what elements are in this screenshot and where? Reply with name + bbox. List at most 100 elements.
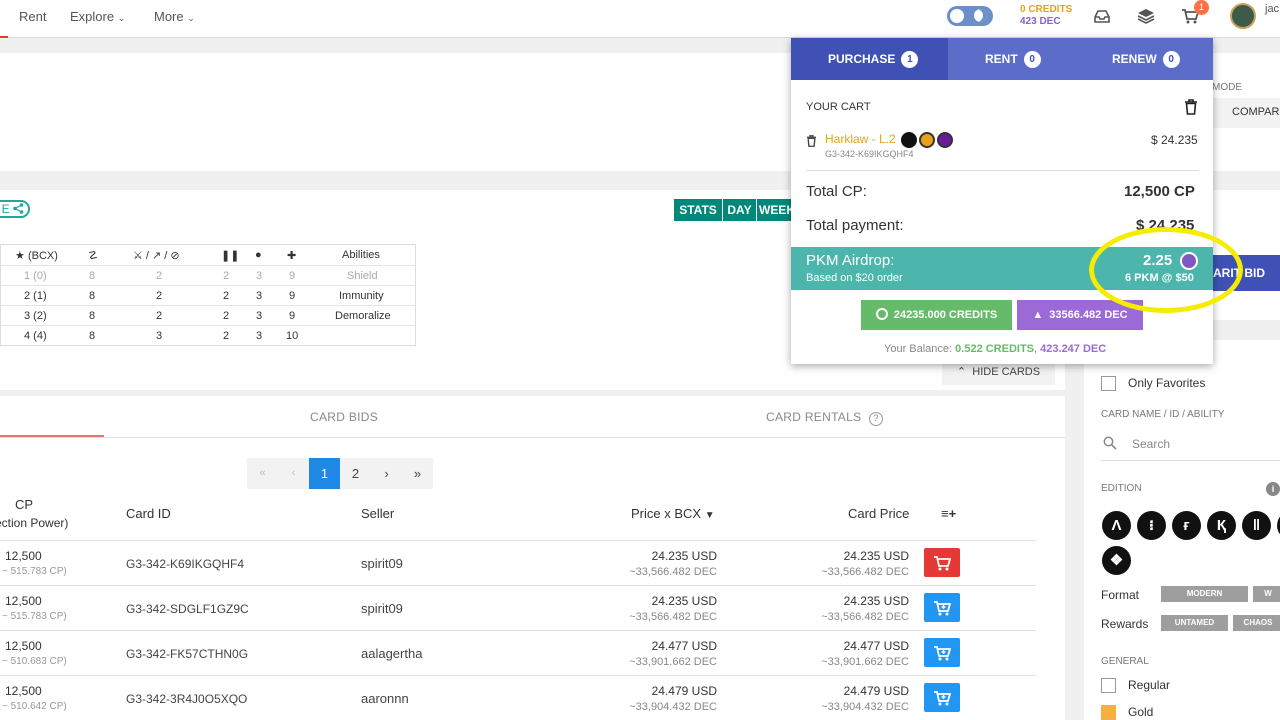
edition-promo-icon[interactable]: ғ (1172, 511, 1201, 540)
seller-name[interactable]: aaronnn (361, 691, 409, 706)
renew-count-badge: 0 (1162, 51, 1180, 69)
edition-icon (901, 132, 918, 148)
price-bcx-usd: 24.235 USD (651, 594, 717, 608)
remove-from-cart-button[interactable] (924, 548, 960, 577)
day-button[interactable]: DAY (723, 199, 756, 221)
table-row[interactable]: 12,500 D ~ 510.683 CP) G3-342-FK57CTHN0G… (0, 630, 1036, 675)
cp-column-subheader: ection Power) (0, 516, 69, 530)
edition-chaos-icon[interactable]: ❖ (1102, 546, 1131, 575)
edition-untamed-icon[interactable]: ‖ (1242, 511, 1271, 540)
cart-divider (806, 170, 1199, 171)
cart-item-name[interactable]: Harklaw - L.2 (825, 132, 954, 148)
total-payment-label: Total payment: (806, 217, 904, 234)
level-row: 4 (4) 8 3 2 3 10 (1, 325, 415, 345)
pagination-prev[interactable]: ‹ (278, 458, 309, 489)
card-price-dec: ~33,901.662 DEC (821, 656, 909, 668)
compare-button[interactable]: COMPARE (1213, 98, 1280, 128)
price-bcx-column-header[interactable]: Price x BCX ▼ (631, 506, 715, 521)
search-input[interactable]: Search (1101, 432, 1280, 461)
pagination-next[interactable]: › (371, 458, 402, 489)
price-bcx-dec: ~33,566.482 DEC (629, 566, 717, 578)
add-to-cart-button[interactable] (924, 593, 960, 622)
attack-cell: 3 (156, 330, 163, 342)
seller-name[interactable]: aalagertha (361, 646, 422, 661)
gold-checkbox[interactable] (1101, 705, 1116, 720)
abilities-header: Abilities (342, 249, 380, 261)
share-icon (13, 203, 24, 214)
speed-cell: 2 (223, 290, 230, 302)
avatar[interactable] (1230, 3, 1256, 29)
nav-more[interactable]: More ⌄ (154, 9, 195, 24)
layers-icon[interactable] (1137, 8, 1155, 24)
table-row[interactable]: 12,500 D ~ 515.783 CP) G3-342-K69IKGQHF4… (0, 540, 1036, 585)
edition-beta-icon[interactable]: ᎒ (1137, 511, 1166, 540)
tab-card-rentals[interactable]: CARD RENTALS ? (766, 410, 884, 426)
format-chip-modern[interactable]: MODERN (1161, 586, 1248, 602)
add-to-cart-button[interactable] (924, 683, 960, 712)
your-cart-label: YOUR CART (806, 101, 871, 113)
search-section-label: CARD NAME / ID / ABILITY (1101, 409, 1225, 420)
inbox-icon[interactable] (1093, 8, 1111, 24)
help-icon[interactable]: ? (869, 412, 884, 426)
dec-token-icon: ▲ (1032, 309, 1044, 321)
cp-value: 12,500 (5, 684, 42, 698)
speed-cell: 2 (223, 330, 230, 342)
cp-value: 12,500 (5, 639, 42, 653)
card-price-dec: ~33,566.482 DEC (821, 611, 909, 623)
rarity-icon (919, 132, 936, 148)
theme-toggle[interactable] (947, 6, 993, 26)
username[interactable]: jac (1265, 3, 1279, 15)
cart-dropdown: PURCHASE 1 RENT 0 RENEW 0 YOUR CART Harklaw… (791, 38, 1213, 364)
pagination-first[interactable]: « (247, 458, 278, 489)
table-row[interactable]: 12,500 D ~ 510.642 CP) G3-342-3R4J0O5XQO… (0, 675, 1036, 720)
tab-divider (0, 437, 1065, 438)
balance-credits: 0.522 CREDITS (955, 343, 1035, 355)
search-placeholder: Search (1132, 437, 1171, 451)
trash-icon[interactable] (1184, 99, 1198, 120)
tab-purchase[interactable]: PURCHASE 1 (791, 38, 948, 80)
column-settings-icon[interactable]: ≡+ (941, 506, 956, 521)
cp-sub-value: D ~ 515.783 CP) (0, 611, 67, 622)
total-cp-value: 12,500 CP (1124, 183, 1195, 200)
regular-checkbox[interactable] (1101, 678, 1116, 693)
seller-name[interactable]: spirit09 (361, 556, 403, 571)
card-id-column-header: Card ID (126, 506, 171, 521)
rewards-chip-chaos[interactable]: CHAOS (1233, 615, 1280, 631)
cp-column-header: CP (15, 497, 34, 512)
seller-name[interactable]: spirit09 (361, 601, 403, 616)
nav-explore[interactable]: Explore ⌄ (70, 9, 125, 24)
rewards-chip-untamed[interactable]: UNTAMED (1161, 615, 1228, 631)
pay-credits-button[interactable]: 24235.000 CREDITS (861, 300, 1012, 330)
level-col-header: ★ (BCX) (15, 250, 58, 262)
only-favorites-checkbox[interactable] (1101, 376, 1116, 391)
armor-cell: 3 (256, 330, 263, 342)
cart-tabs: PURCHASE 1 RENT 0 RENEW 0 (791, 38, 1213, 80)
edition-alpha-icon[interactable]: Λ (1102, 511, 1131, 540)
armor-icon: ● (255, 249, 262, 261)
table-row[interactable]: 12,500 D ~ 515.783 CP) G3-342-SDGLF1GZ9C… (0, 585, 1036, 630)
cp-sub-value: D ~ 510.642 CP) (0, 701, 67, 712)
info-icon[interactable]: i (1266, 482, 1280, 496)
element-icon (937, 132, 954, 148)
add-to-cart-button[interactable] (924, 638, 960, 667)
stats-button[interactable]: STATS (674, 199, 722, 221)
health-cell: 10 (286, 330, 299, 342)
pagination-last[interactable]: » (402, 458, 433, 489)
share-button[interactable]: E (0, 200, 30, 218)
tab-rent[interactable]: RENT 0 (985, 38, 1041, 80)
format-chip-wild[interactable]: W (1253, 586, 1280, 602)
tab-renew[interactable]: RENEW 0 (1112, 38, 1180, 80)
tab-card-bids[interactable]: CARD BIDS (310, 410, 378, 424)
attack-cell: 2 (156, 290, 163, 302)
cp-sub-value: D ~ 510.683 CP) (0, 656, 67, 667)
level-table-header: ★ (BCX) ☡ ⚔ / ↗ / ⊘ ❚❚ ● ✚ Abilities (1, 245, 415, 265)
trash-icon[interactable] (806, 134, 817, 152)
edition-reward-icon[interactable]: Қ (1207, 511, 1236, 540)
health-cell: 9 (289, 270, 296, 282)
pagination-page-2[interactable]: 2 (340, 458, 371, 489)
search-icon (1103, 436, 1117, 455)
format-label: Format (1101, 588, 1140, 602)
pagination-page-1[interactable]: 1 (309, 458, 340, 489)
nav-rent[interactable]: Rent (19, 9, 46, 24)
general-label: GENERAL (1101, 656, 1149, 667)
